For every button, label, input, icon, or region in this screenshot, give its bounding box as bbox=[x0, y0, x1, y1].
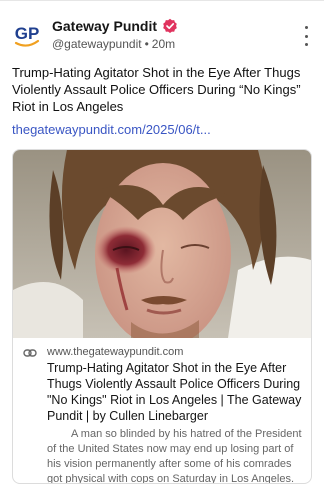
more-dot bbox=[304, 43, 308, 46]
gp-logo-icon: GP bbox=[15, 24, 40, 47]
post-meta: @gatewaypundit • 20m bbox=[52, 37, 175, 51]
post-time[interactable]: 20m bbox=[152, 37, 175, 51]
post-link[interactable]: thegatewaypundit.com/2025/06/t... bbox=[12, 121, 312, 138]
link-domain: www.thegatewaypundit.com bbox=[47, 346, 184, 358]
social-post: GP Gateway Pundit @gatewaypundit • 20m Tru… bbox=[0, 0, 324, 500]
more-vertical-icon[interactable] bbox=[300, 26, 312, 46]
author-name[interactable]: Gateway Pundit bbox=[52, 18, 157, 34]
link-preview-card[interactable]: www.thegatewaypundit.com Trump-Hating Ag… bbox=[12, 149, 312, 484]
article-image bbox=[13, 150, 311, 338]
divider bbox=[0, 0, 324, 1]
link-title[interactable]: Trump-Hating Agitator Shot in the Eye Af… bbox=[47, 360, 305, 424]
link-description: A man so blinded by his hatred of the Pr… bbox=[47, 428, 302, 484]
author-handle[interactable]: @gatewaypundit bbox=[52, 37, 142, 51]
post-text: Trump-Hating Agitator Shot in the Eye Af… bbox=[12, 65, 301, 114]
verified-badge-icon bbox=[163, 18, 177, 33]
link-preview-body: www.thegatewaypundit.com Trump-Hating Ag… bbox=[13, 338, 311, 484]
svg-text:GP: GP bbox=[15, 24, 40, 43]
avatar[interactable]: GP bbox=[10, 18, 44, 52]
more-dot bbox=[304, 34, 308, 38]
meta-separator: • bbox=[144, 37, 149, 51]
author-row: Gateway Pundit bbox=[52, 16, 178, 36]
link-icon bbox=[23, 349, 37, 357]
post-header: GP Gateway Pundit @gatewaypundit • 20m bbox=[10, 16, 314, 56]
more-dot bbox=[304, 26, 308, 29]
